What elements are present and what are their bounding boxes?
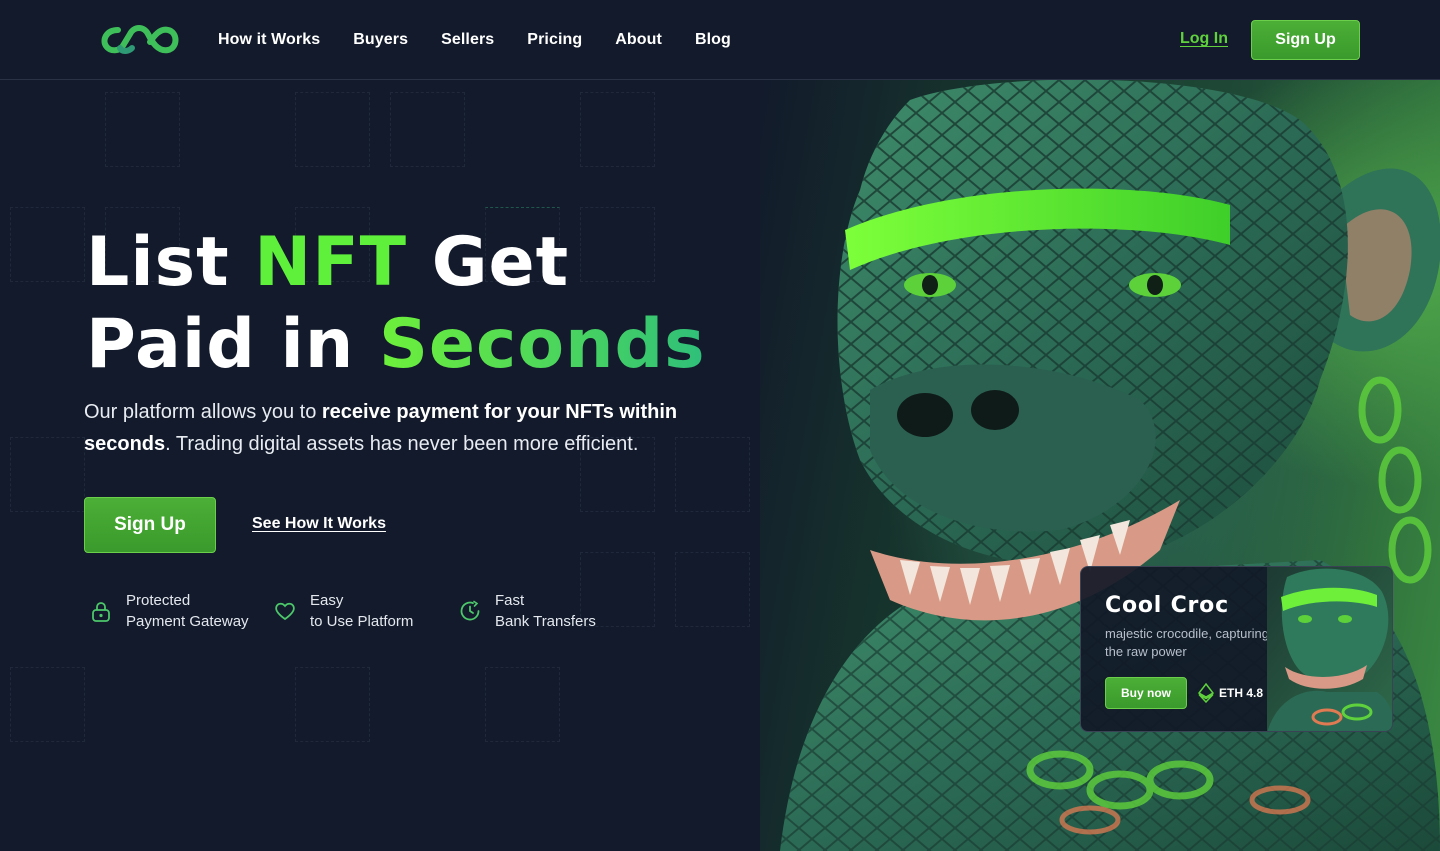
feature-text: Protected Payment Gateway bbox=[126, 590, 249, 632]
grid-cell bbox=[295, 92, 370, 167]
hero-headline: List NFT Get Paid in Seconds bbox=[86, 222, 766, 386]
grid-cell bbox=[295, 667, 370, 742]
subtext-part: Our platform allows you to bbox=[84, 401, 322, 423]
grid-cell bbox=[10, 437, 85, 512]
headline-highlight-seconds: Seconds bbox=[378, 305, 706, 384]
infinity-links-logo[interactable] bbox=[98, 22, 180, 58]
feature-title: Easy bbox=[310, 592, 344, 609]
headline-highlight-nft: NFT bbox=[254, 223, 408, 302]
nav-sellers[interactable]: Sellers bbox=[441, 31, 494, 49]
nft-card-description: majestic crocodile, capturing the raw po… bbox=[1105, 626, 1270, 659]
grid-cell bbox=[675, 552, 750, 627]
feature-title: Protected bbox=[126, 592, 191, 609]
nav-pricing[interactable]: Pricing bbox=[527, 31, 582, 49]
grid-cell bbox=[10, 207, 85, 282]
hero-signup-button[interactable]: Sign Up bbox=[84, 497, 216, 553]
login-link[interactable]: Log In bbox=[1180, 30, 1228, 48]
buy-now-button[interactable]: Buy now bbox=[1105, 677, 1187, 709]
feature-fast-transfers: Fast Bank Transfers bbox=[459, 590, 596, 632]
croc-illustration bbox=[780, 80, 1440, 851]
feature-title: Fast bbox=[495, 592, 525, 609]
landing-page: How it Works Buyers Sellers Pricing Abou… bbox=[0, 0, 1440, 851]
headline-text: List bbox=[86, 223, 255, 302]
lock-icon bbox=[92, 602, 110, 622]
hero-nft-artwork bbox=[760, 80, 1440, 851]
grid-cell bbox=[390, 92, 465, 167]
headline-text: Get bbox=[407, 223, 570, 302]
nft-thumbnail bbox=[1267, 567, 1392, 731]
nav-how-it-works[interactable]: How it Works bbox=[218, 31, 320, 49]
nft-price-value: ETH 4.8 bbox=[1219, 686, 1264, 700]
main-nav: How it Works Buyers Sellers Pricing Abou… bbox=[218, 0, 731, 80]
grid-cell bbox=[10, 667, 85, 742]
nft-card-title: Cool Croc bbox=[1105, 593, 1229, 618]
feature-text: Fast Bank Transfers bbox=[495, 590, 596, 632]
feature-easy-platform: Easy to Use Platform bbox=[274, 590, 413, 632]
heart-icon bbox=[275, 602, 295, 621]
hero-subtext: Our platform allows you to receive payme… bbox=[84, 396, 724, 460]
feature-subtitle: Payment Gateway bbox=[126, 613, 249, 630]
grid-cell bbox=[580, 92, 655, 167]
subtext-part: . Trading digital assets has never been … bbox=[165, 433, 639, 455]
nft-card[interactable]: Cool Croc majestic crocodile, capturing … bbox=[1080, 566, 1393, 732]
nav-about[interactable]: About bbox=[615, 31, 662, 49]
header-signup-button[interactable]: Sign Up bbox=[1251, 20, 1360, 60]
see-how-it-works-link[interactable]: See How It Works bbox=[252, 515, 386, 533]
clock-icon bbox=[460, 600, 480, 621]
feature-subtitle: to Use Platform bbox=[310, 613, 414, 630]
nav-buyers[interactable]: Buyers bbox=[353, 31, 408, 49]
headline-text: Paid in bbox=[86, 305, 379, 384]
grid-cell bbox=[485, 667, 560, 742]
nav-blog[interactable]: Blog bbox=[695, 31, 731, 49]
nft-price: ETH 4.8 bbox=[1197, 683, 1263, 703]
site-header: How it Works Buyers Sellers Pricing Abou… bbox=[0, 0, 1440, 80]
feature-subtitle: Bank Transfers bbox=[495, 613, 596, 630]
feature-protected-payment: Protected Payment Gateway bbox=[90, 590, 249, 632]
ethereum-icon bbox=[1197, 683, 1215, 703]
grid-cell bbox=[105, 92, 180, 167]
feature-text: Easy to Use Platform bbox=[310, 590, 413, 632]
